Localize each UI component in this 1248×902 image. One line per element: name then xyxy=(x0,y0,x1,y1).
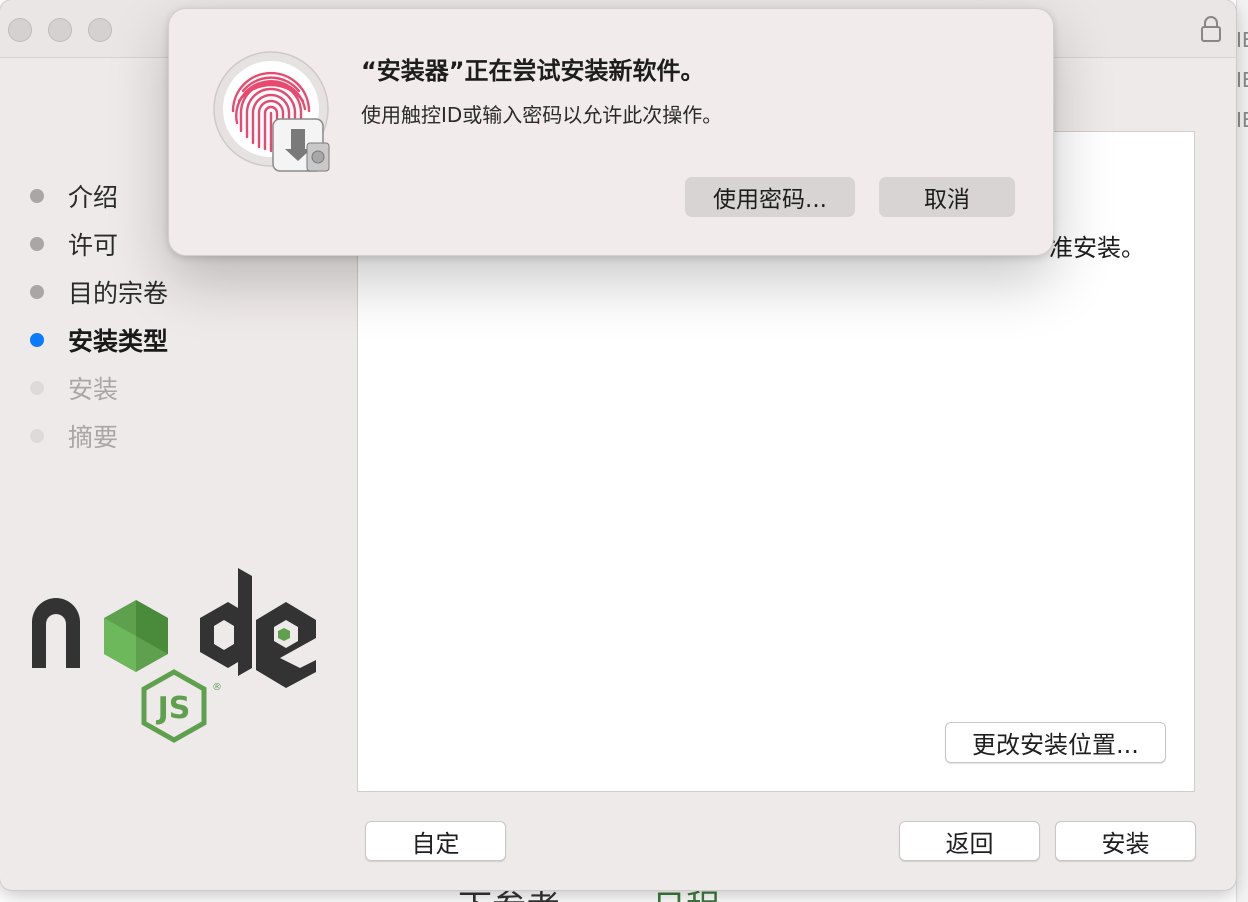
step-license: 许可 xyxy=(30,220,168,268)
use-password-button[interactable]: 使用密码... xyxy=(685,177,855,217)
touch-id-fingerprint-icon xyxy=(213,51,330,172)
cancel-button[interactable]: 取消 xyxy=(879,177,1015,217)
content-text: 准安装。 xyxy=(1049,234,1145,262)
installer-steps: 介绍 许可 目的宗卷 安装类型 安装 摘要 xyxy=(30,172,168,460)
step-label: 介绍 xyxy=(68,183,119,212)
authentication-dialog: “安装器”正在尝试安装新软件。 使用触控ID或输入密码以允许此次操作。 使用密码… xyxy=(168,8,1054,256)
step-dot-icon xyxy=(30,237,44,251)
step-label: 安装 xyxy=(68,375,119,404)
dialog-message: 使用触控ID或输入密码以允许此次操作。 xyxy=(361,103,723,127)
step-dot-icon xyxy=(30,429,44,443)
svg-text:JS: JS xyxy=(156,691,191,726)
minimize-window-button[interactable] xyxy=(48,18,72,42)
dialog-title: “安装器”正在尝试安装新软件。 xyxy=(361,57,705,85)
back-button[interactable]: 返回 xyxy=(899,821,1040,861)
step-label: 摘要 xyxy=(68,423,119,452)
background-text: IE xyxy=(1236,108,1248,132)
step-summary: 摘要 xyxy=(30,412,168,460)
step-dot-icon xyxy=(30,189,44,203)
close-window-button[interactable] xyxy=(8,18,32,42)
svg-text:®: ® xyxy=(212,682,222,693)
step-introduction: 介绍 xyxy=(30,172,168,220)
change-install-location-button[interactable]: 更改安装位置... xyxy=(945,722,1166,763)
step-dot-icon xyxy=(30,333,44,347)
background-window-edge xyxy=(1236,0,1248,902)
install-button[interactable]: 安装 xyxy=(1055,821,1196,861)
customize-button[interactable]: 自定 xyxy=(365,821,506,861)
step-installation-type: 安装类型 xyxy=(30,316,168,364)
step-destination: 目的宗卷 xyxy=(30,268,168,316)
step-label: 安装类型 xyxy=(68,327,169,356)
zoom-window-button[interactable] xyxy=(88,18,112,42)
step-label: 许可 xyxy=(68,231,119,260)
background-text: IE xyxy=(1236,28,1248,52)
step-label: 目的宗卷 xyxy=(68,279,169,308)
background-text: IE xyxy=(1236,68,1248,92)
step-dot-icon xyxy=(30,381,44,395)
lock-icon[interactable] xyxy=(1200,16,1222,42)
step-installation: 安装 xyxy=(30,364,168,412)
step-dot-icon xyxy=(30,285,44,299)
nodejs-logo: JS ® xyxy=(32,568,316,743)
